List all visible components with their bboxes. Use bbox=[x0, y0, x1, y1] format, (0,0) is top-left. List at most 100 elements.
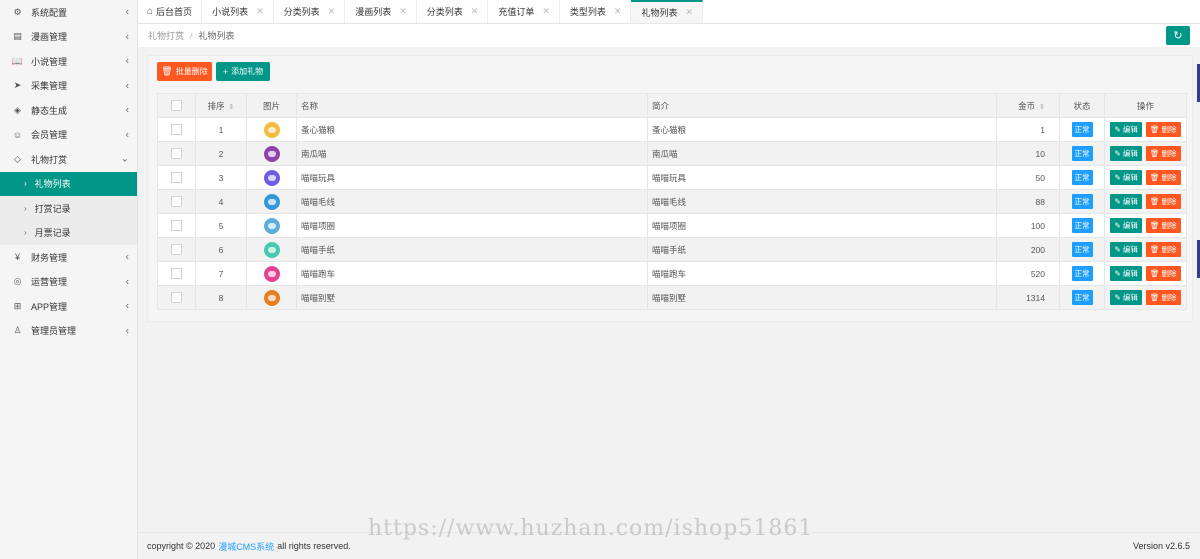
delete-label: 删除 bbox=[1161, 269, 1177, 278]
breadcrumb-parent[interactable]: 礼物打赏 bbox=[148, 29, 184, 42]
cell-sort: 8 bbox=[195, 285, 247, 310]
delete-button[interactable]: 🗑 删除 bbox=[1145, 242, 1181, 257]
sidebar-item[interactable]: ♙ 管理员管理 ‹ bbox=[0, 319, 137, 344]
delete-button[interactable]: 🗑 删除 bbox=[1145, 122, 1181, 137]
sidebar-item[interactable]: ⊞ APP管理 ‹ bbox=[0, 294, 137, 319]
table-row: 6 喵喵手纸 喵喵手纸 200 正常 ✎ 编辑 🗑 删除 bbox=[157, 237, 1187, 262]
sidebar-item[interactable]: ◇ 礼物打赏 ⌄ bbox=[0, 147, 137, 172]
edit-button[interactable]: ✎ 编辑 bbox=[1110, 146, 1142, 161]
batch-delete-button[interactable]: 🗑 批量删除 bbox=[157, 62, 212, 81]
sidebar-item[interactable]: 📖 小说管理 ‹ bbox=[0, 49, 137, 74]
refresh-button[interactable]: ↻ bbox=[1166, 26, 1190, 45]
edit-button[interactable]: ✎ 编辑 bbox=[1110, 194, 1142, 209]
trash-icon: 🗑 bbox=[161, 66, 173, 76]
delete-label: 删除 bbox=[1161, 293, 1177, 302]
sidebar-subitem[interactable]: › 礼物列表 bbox=[0, 171, 137, 196]
close-icon[interactable]: ✕ bbox=[328, 6, 336, 17]
tab[interactable]: 类型列表 ✕ bbox=[560, 0, 632, 23]
footer-brand-link[interactable]: 漫城CMS系统 bbox=[218, 540, 274, 553]
cell-coins: 88 bbox=[996, 189, 1060, 214]
sidebar-item[interactable]: ◎ 运营管理 ‹ bbox=[0, 270, 137, 295]
edit-button[interactable]: ✎ 编辑 bbox=[1110, 290, 1142, 305]
pencil-icon: ✎ bbox=[1114, 173, 1121, 182]
cell-intro: 喵喵项圈 bbox=[647, 213, 997, 238]
row-select-cell bbox=[157, 237, 196, 262]
row-checkbox[interactable] bbox=[171, 220, 182, 232]
row-select-cell bbox=[157, 213, 196, 238]
header-coins[interactable]: 金币 ⇕ bbox=[996, 93, 1060, 118]
sidebar-item[interactable]: ▤ 漫画管理 ‹ bbox=[0, 25, 137, 50]
row-checkbox[interactable] bbox=[171, 172, 182, 184]
cell-name: 喵喵跑车 bbox=[296, 261, 648, 286]
close-icon[interactable]: ✕ bbox=[399, 6, 407, 17]
tab[interactable]: 分类列表 ✕ bbox=[417, 0, 489, 23]
cell-actions: ✎ 编辑 🗑 删除 bbox=[1104, 261, 1187, 286]
sidebar-item[interactable]: ☺ 会员管理 ‹ bbox=[0, 123, 137, 148]
sidebar-item[interactable]: ➤ 采集管理 ‹ bbox=[0, 74, 137, 99]
edit-button[interactable]: ✎ 编辑 bbox=[1110, 170, 1142, 185]
sidebar-item[interactable]: ◈ 静态生成 ‹ bbox=[0, 98, 137, 123]
row-select-cell bbox=[157, 165, 196, 190]
select-all-checkbox[interactable] bbox=[171, 100, 182, 112]
sidebar-item[interactable]: ¥ 财务管理 ‹ bbox=[0, 245, 137, 270]
tab-home[interactable]: ⌂ 后台首页 bbox=[138, 0, 203, 23]
cell-status: 正常 bbox=[1059, 117, 1105, 142]
breadcrumb: 礼物打赏 / 礼物列表 ↻ bbox=[138, 24, 1200, 48]
gift-image bbox=[263, 217, 280, 234]
row-checkbox[interactable] bbox=[171, 292, 182, 304]
delete-button[interactable]: 🗑 删除 bbox=[1145, 218, 1181, 233]
status-badge[interactable]: 正常 bbox=[1071, 218, 1093, 233]
status-badge[interactable]: 正常 bbox=[1071, 146, 1093, 161]
chevron-left-icon: ‹ bbox=[125, 325, 129, 337]
cell-image bbox=[246, 117, 297, 142]
delete-button[interactable]: 🗑 删除 bbox=[1145, 194, 1181, 209]
row-checkbox[interactable] bbox=[171, 244, 182, 256]
cell-coins: 1 bbox=[996, 117, 1060, 142]
close-icon[interactable]: ✕ bbox=[685, 7, 693, 18]
row-checkbox[interactable] bbox=[171, 148, 182, 160]
status-badge[interactable]: 正常 bbox=[1071, 266, 1093, 281]
cell-sort: 4 bbox=[195, 189, 247, 214]
tab[interactable]: 礼物列表 ✕ bbox=[631, 0, 703, 23]
sidebar-subitem[interactable]: › 打赏记录 bbox=[0, 196, 137, 221]
add-gift-button[interactable]: + 添加礼物 bbox=[216, 62, 270, 81]
edit-button[interactable]: ✎ 编辑 bbox=[1110, 218, 1142, 233]
sidebar-item[interactable]: ⚙ 系统配置 ‹ bbox=[0, 0, 137, 25]
delete-button[interactable]: 🗑 删除 bbox=[1145, 146, 1181, 161]
close-icon[interactable]: ✕ bbox=[542, 6, 550, 17]
header-sort[interactable]: 排序 ⇕ bbox=[195, 93, 247, 118]
trash-icon: 🗑 bbox=[1149, 269, 1160, 278]
chevron-left-icon: ‹ bbox=[125, 276, 129, 288]
close-icon[interactable]: ✕ bbox=[614, 6, 622, 17]
row-checkbox[interactable] bbox=[171, 196, 182, 208]
tab[interactable]: 漫画列表 ✕ bbox=[345, 0, 417, 23]
status-badge[interactable]: 正常 bbox=[1071, 194, 1093, 209]
tab[interactable]: 小说列表 ✕ bbox=[202, 0, 274, 23]
delete-button[interactable]: 🗑 删除 bbox=[1145, 170, 1181, 185]
status-badge[interactable]: 正常 bbox=[1071, 122, 1093, 137]
table-row: 5 喵喵项圈 喵喵项圈 100 正常 ✎ 编辑 🗑 删除 bbox=[157, 213, 1187, 238]
gift-image bbox=[263, 265, 280, 282]
status-badge[interactable]: 正常 bbox=[1071, 170, 1093, 185]
close-icon[interactable]: ✕ bbox=[471, 6, 479, 17]
sidebar-subitem[interactable]: › 月票记录 bbox=[0, 220, 137, 245]
row-checkbox[interactable] bbox=[171, 124, 182, 136]
sidebar-item-label: 运营管理 bbox=[31, 277, 68, 288]
pencil-icon: ✎ bbox=[1114, 293, 1121, 302]
delete-button[interactable]: 🗑 删除 bbox=[1145, 266, 1181, 281]
status-badge[interactable]: 正常 bbox=[1071, 242, 1093, 257]
cell-name: 喵喵别墅 bbox=[296, 285, 648, 310]
delete-button[interactable]: 🗑 删除 bbox=[1145, 290, 1181, 305]
status-badge[interactable]: 正常 bbox=[1071, 290, 1093, 305]
edit-button[interactable]: ✎ 编辑 bbox=[1110, 266, 1142, 281]
tab[interactable]: 充值订单 ✕ bbox=[488, 0, 560, 23]
edit-button[interactable]: ✎ 编辑 bbox=[1110, 122, 1142, 137]
sort-icon: ⇕ bbox=[228, 103, 235, 111]
chevron-left-icon: ‹ bbox=[125, 104, 129, 116]
tab[interactable]: 分类列表 ✕ bbox=[274, 0, 346, 23]
gift-image bbox=[263, 241, 280, 258]
sidebar-item-label: 礼物打赏 bbox=[31, 154, 68, 165]
row-checkbox[interactable] bbox=[171, 268, 182, 280]
close-icon[interactable]: ✕ bbox=[256, 6, 264, 17]
edit-button[interactable]: ✎ 编辑 bbox=[1110, 242, 1142, 257]
